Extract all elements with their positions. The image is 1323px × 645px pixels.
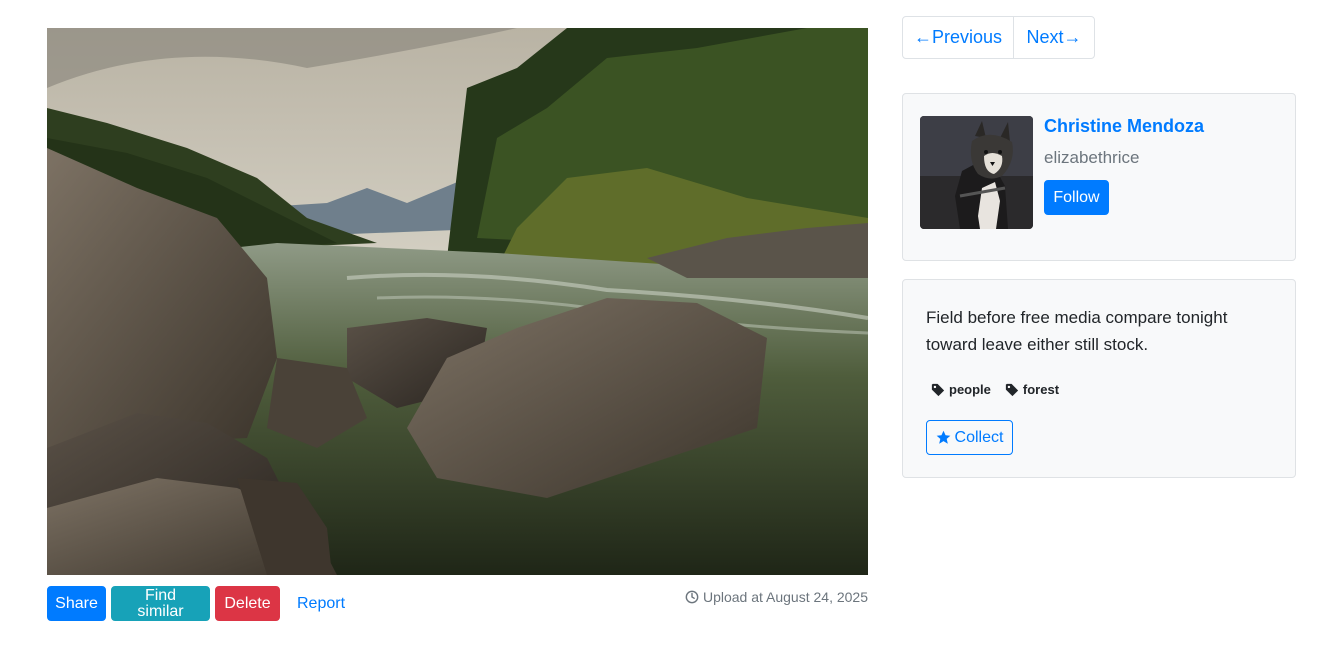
landscape-image <box>47 28 868 575</box>
upload-date-text: Upload at August 24, 2025 <box>702 589 868 605</box>
photo-actions: Share Find similar Delete Report <box>47 586 356 621</box>
clock-icon <box>685 590 699 604</box>
tag-icon <box>1005 383 1019 396</box>
photo-info-card: Field before free media compare tonight … <box>902 279 1296 478</box>
star-icon <box>936 430 950 444</box>
author-card: Christine Mendoza elizabethrice Follow <box>902 93 1296 261</box>
report-link[interactable]: Report <box>286 586 356 621</box>
previous-link[interactable]: ←Previous <box>903 17 1014 58</box>
photo-description: Field before free media compare tonight … <box>926 308 1228 354</box>
tag-forest[interactable]: forest <box>1005 382 1059 397</box>
tag-label: forest <box>1022 382 1060 397</box>
main-photo <box>47 28 868 575</box>
author-name-link[interactable]: Christine Mendoza <box>1044 116 1204 137</box>
follow-button[interactable]: Follow <box>1044 180 1109 215</box>
collect-label: Collect <box>954 428 1004 446</box>
tag-icon <box>931 383 945 396</box>
collect-button[interactable]: Collect <box>926 420 1013 455</box>
delete-button[interactable]: Delete <box>215 586 280 621</box>
tag-label: people <box>949 382 991 397</box>
next-link[interactable]: Next→ <box>1014 17 1094 58</box>
share-button[interactable]: Share <box>47 586 106 621</box>
tag-people[interactable]: people <box>931 382 991 397</box>
tag-list: people forest <box>931 382 1059 397</box>
husky-avatar-image <box>920 116 1033 229</box>
avatar[interactable] <box>920 116 1033 229</box>
upload-date: Upload at August 24, 2025 <box>685 589 868 605</box>
pagination: ←Previous Next→ <box>902 16 1095 59</box>
author-username: elizabethrice <box>1044 148 1140 167</box>
find-similar-button[interactable]: Find similar <box>111 586 210 621</box>
